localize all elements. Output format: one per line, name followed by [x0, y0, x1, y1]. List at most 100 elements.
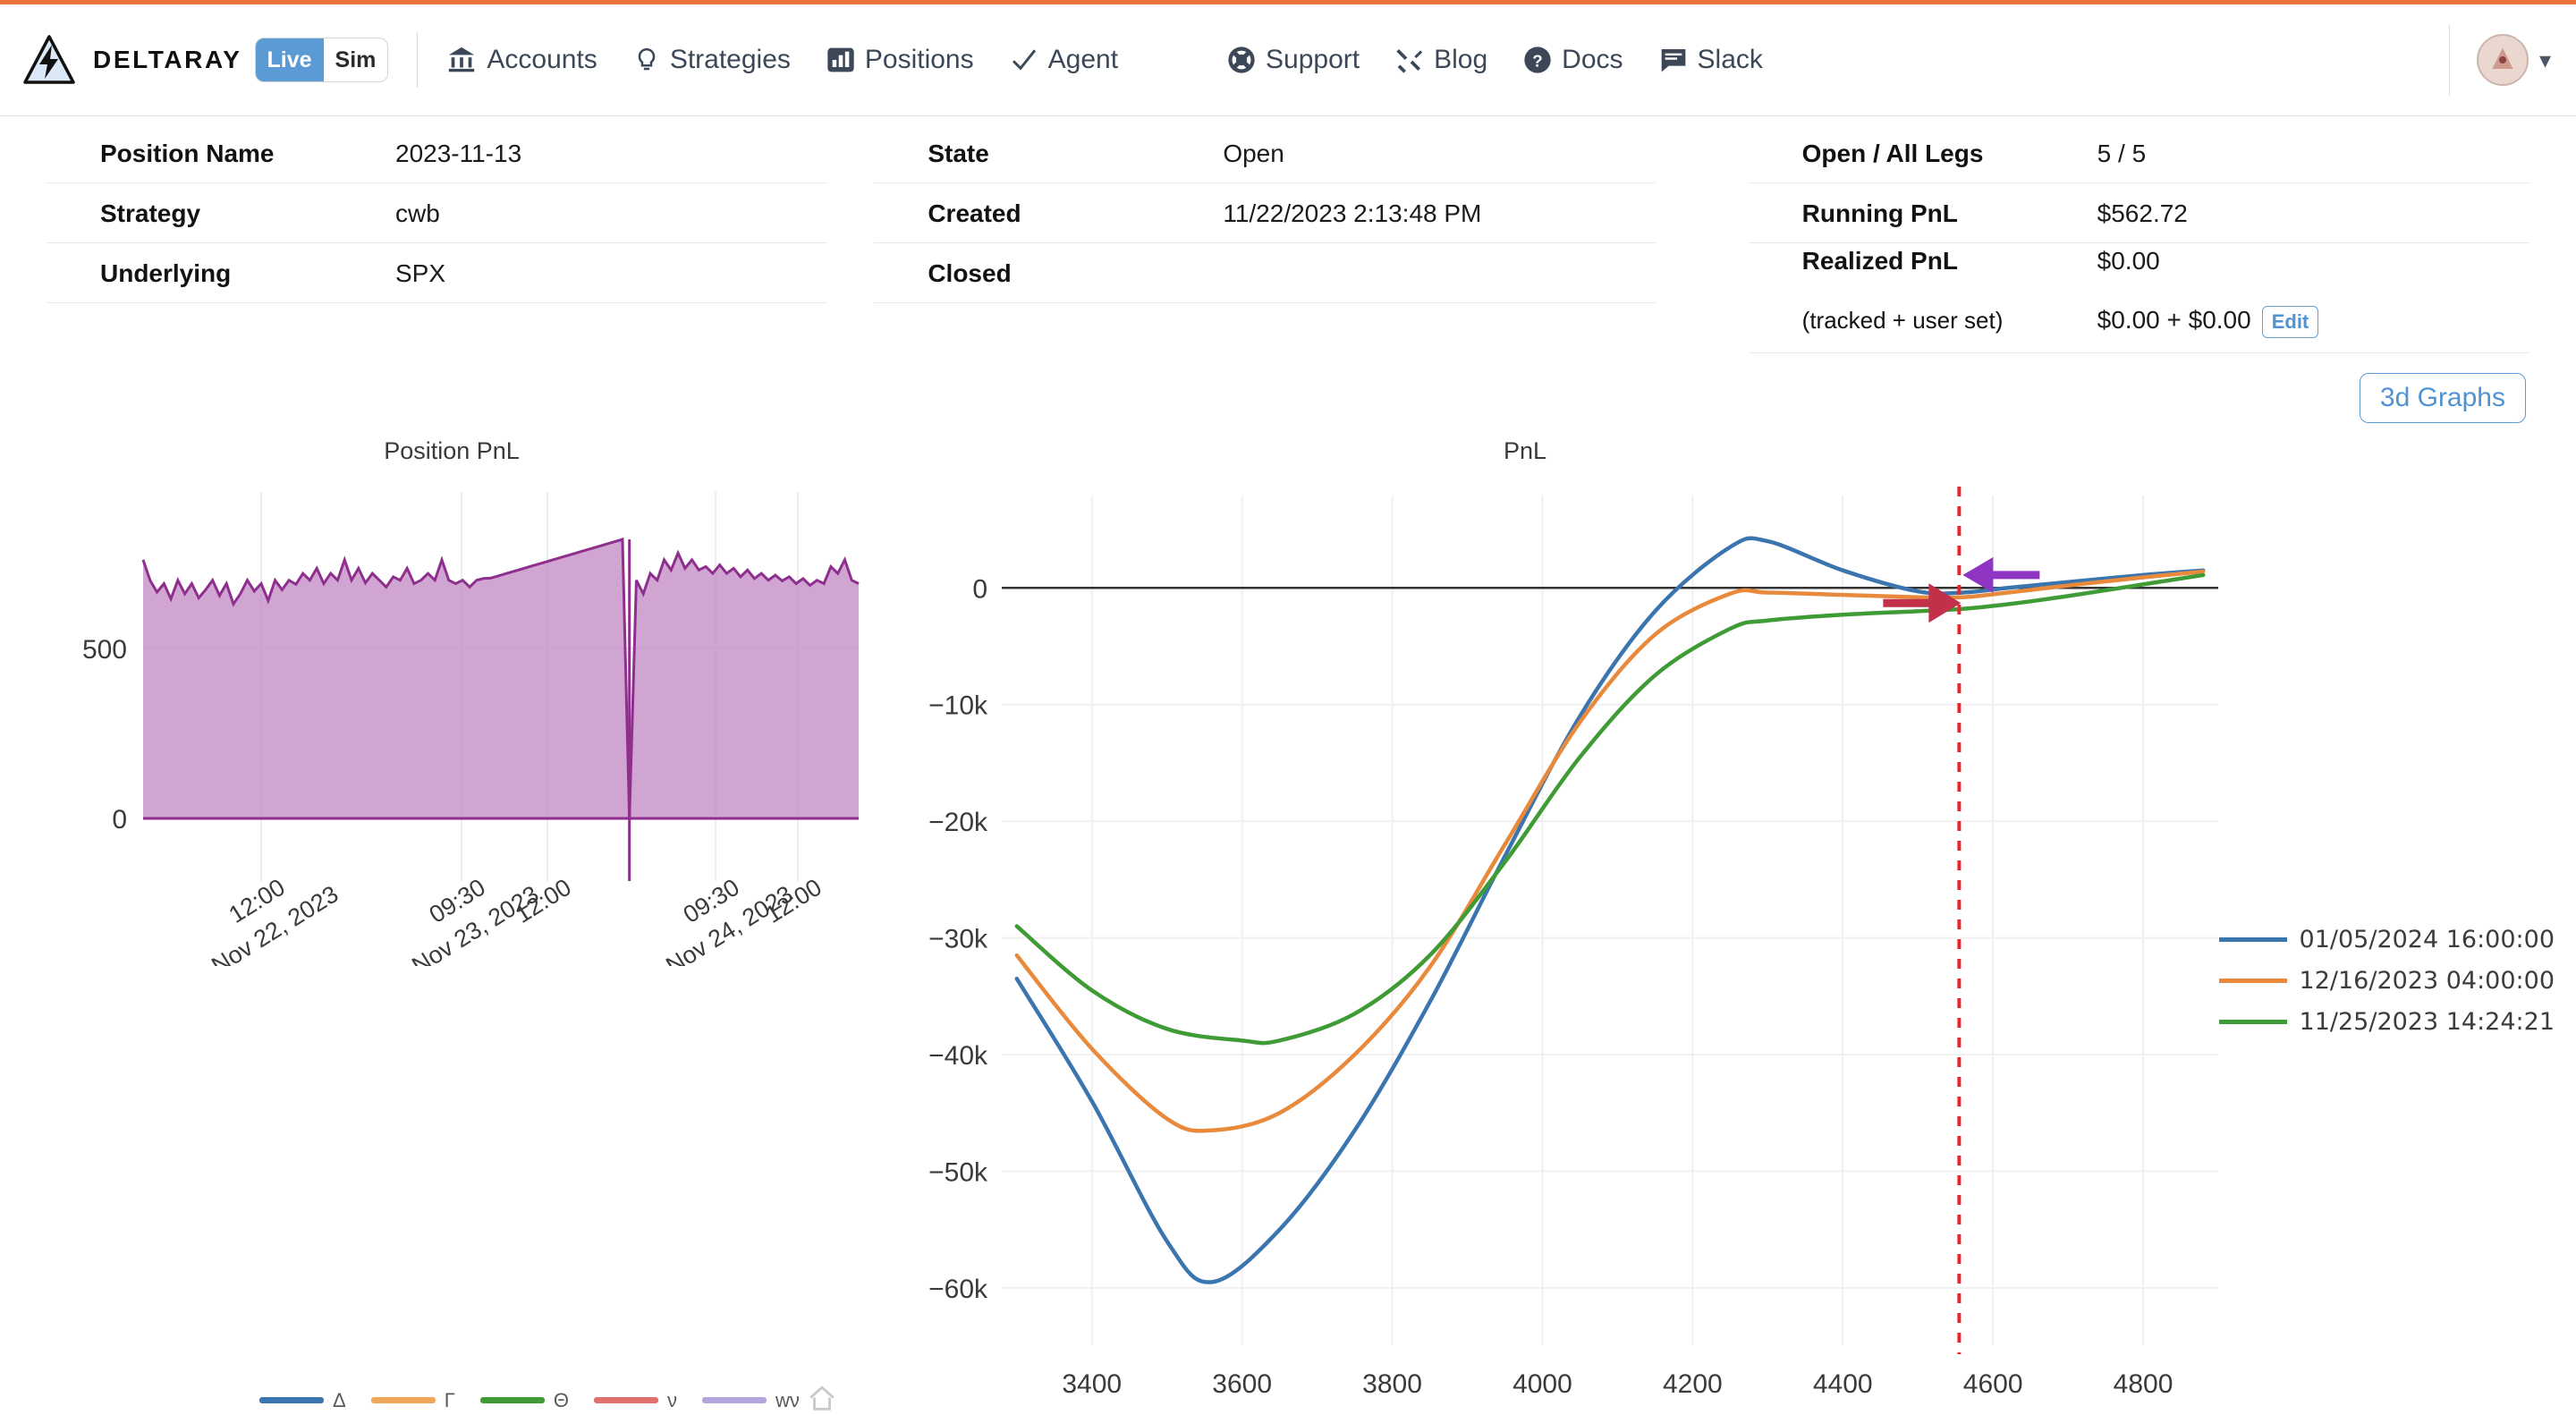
- svg-text:−30k: −30k: [928, 924, 988, 953]
- legend-swatch: [259, 1397, 324, 1403]
- nav-item-strategies[interactable]: Strategies: [633, 45, 791, 75]
- legend-item-vega[interactable]: ν: [594, 1389, 677, 1412]
- row-position-name: Position Name 2023-11-13: [47, 123, 827, 183]
- label-running-pnl: Running PnL: [1802, 199, 2097, 228]
- svg-text:−20k: −20k: [928, 808, 988, 837]
- legend-item-delta[interactable]: Δ: [259, 1389, 346, 1412]
- nav-item-support[interactable]: Support: [1227, 45, 1360, 75]
- label-realized-pnl: Realized PnL: [1802, 247, 2097, 275]
- legend-label: 01/05/2024 16:00:00: [2300, 926, 2555, 953]
- value-realized-pnl-detail: $0.00 + $0.00: [2097, 306, 2251, 335]
- live-sim-toggle[interactable]: Live Sim: [255, 38, 389, 82]
- svg-text:4200: 4200: [1663, 1369, 1723, 1399]
- toolbar: 3d Graphs: [0, 373, 2576, 423]
- toggle-live[interactable]: Live: [256, 38, 324, 81]
- 3d-graphs-button[interactable]: 3d Graphs: [2360, 373, 2526, 423]
- label-position-name: Position Name: [100, 140, 395, 168]
- value-position-name: 2023-11-13: [395, 140, 521, 168]
- legend-item-series-3[interactable]: 11/25/2023 14:24:21: [2219, 1008, 2555, 1036]
- legend-swatch: [371, 1397, 436, 1403]
- legend-item-series-2[interactable]: 12/16/2023 04:00:00: [2219, 967, 2555, 995]
- nav-item-docs[interactable]: ? Docs: [1523, 45, 1623, 75]
- value-state: Open: [1223, 140, 1284, 168]
- svg-text:0: 0: [112, 805, 127, 835]
- nav-items: Accounts Strategies Positions: [446, 45, 1762, 75]
- legend-label: wν: [775, 1389, 800, 1412]
- legend-item-gamma[interactable]: Γ: [371, 1389, 455, 1412]
- position-pnl-chart[interactable]: 500012:00Nov 22, 202309:30Nov 23, 202312…: [0, 465, 903, 966]
- legend-swatch: [2219, 937, 2287, 942]
- lightbulb-icon: [633, 45, 660, 75]
- svg-text:3400: 3400: [1062, 1369, 1122, 1399]
- home-icon[interactable]: [805, 1384, 839, 1414]
- nav-item-agent[interactable]: Agent: [1010, 45, 1118, 75]
- row-open-all-legs: Open / All Legs 5 / 5: [1749, 123, 2529, 183]
- summary-column-1: Position Name 2023-11-13 Strategy cwb Un…: [0, 123, 874, 353]
- charts-area: Position PnL 500012:00Nov 22, 202309:30N…: [0, 428, 2576, 966]
- legend-label: Γ: [445, 1389, 455, 1412]
- value-running-pnl: $562.72: [2097, 199, 2188, 228]
- value-created: 11/22/2023 2:13:48 PM: [1223, 199, 1481, 228]
- nav-label: Support: [1266, 45, 1360, 75]
- nav-label: Blog: [1434, 45, 1487, 75]
- nav-divider: [417, 32, 418, 88]
- nav-item-blog[interactable]: Blog: [1395, 45, 1487, 75]
- label-created: Created: [928, 199, 1223, 228]
- row-closed: Closed: [874, 243, 1655, 303]
- top-navigation-bar: DELTARAY Live Sim Accounts Strategies: [0, 4, 2576, 116]
- svg-text:−60k: −60k: [928, 1275, 988, 1304]
- toggle-sim[interactable]: Sim: [324, 38, 388, 81]
- nav-label: Strategies: [670, 45, 791, 75]
- svg-text:12:00: 12:00: [511, 873, 576, 928]
- legend-swatch: [2219, 979, 2287, 983]
- svg-text:?: ?: [1532, 51, 1542, 70]
- nav-label: Accounts: [487, 45, 597, 75]
- svg-text:4000: 4000: [1513, 1369, 1572, 1399]
- label-underlying: Underlying: [100, 259, 395, 288]
- summary-column-2: State Open Created 11/22/2023 2:13:48 PM…: [874, 123, 1701, 353]
- summary-column-3: Open / All Legs 5 / 5 Running PnL $562.7…: [1702, 123, 2576, 353]
- legend-swatch: [702, 1397, 767, 1403]
- row-running-pnl: Running PnL $562.72: [1749, 183, 2529, 243]
- row-state: State Open: [874, 123, 1655, 183]
- legend-swatch: [480, 1397, 545, 1403]
- avatar[interactable]: [2477, 34, 2529, 86]
- legend-item-theta[interactable]: Θ: [480, 1389, 569, 1412]
- nav-label: Slack: [1698, 45, 1763, 75]
- svg-text:3800: 3800: [1362, 1369, 1422, 1399]
- label-state: State: [928, 140, 1223, 168]
- value-underlying: SPX: [395, 259, 445, 288]
- brand[interactable]: DELTARAY: [21, 32, 242, 88]
- label-realized-pnl-detail: (tracked + user set): [1802, 307, 2097, 335]
- nav-item-accounts[interactable]: Accounts: [446, 45, 597, 75]
- label-strategy: Strategy: [100, 199, 395, 228]
- row-created: Created 11/22/2023 2:13:48 PM: [874, 183, 1655, 243]
- legend-item-weighted-vega[interactable]: wν: [702, 1389, 800, 1412]
- legend-label: 12/16/2023 04:00:00: [2300, 967, 2555, 995]
- chevron-down-icon[interactable]: ▾: [2539, 47, 2551, 74]
- label-closed: Closed: [928, 259, 1223, 288]
- svg-text:−50k: −50k: [928, 1157, 988, 1187]
- edit-button[interactable]: Edit: [2262, 306, 2319, 338]
- legend-label: 11/25/2023 14:24:21: [2300, 1008, 2555, 1036]
- svg-text:−10k: −10k: [928, 691, 988, 720]
- nav-label: Docs: [1562, 45, 1623, 75]
- row-strategy: Strategy cwb: [47, 183, 827, 243]
- nav-label: Agent: [1048, 45, 1118, 75]
- svg-text:0: 0: [972, 574, 987, 604]
- row-underlying: Underlying SPX: [47, 243, 827, 303]
- nav-item-slack[interactable]: Slack: [1659, 45, 1763, 75]
- tools-icon: [1395, 46, 1424, 74]
- nav-item-positions[interactable]: Positions: [826, 45, 974, 75]
- greeks-legend: Δ Γ Θ ν wν: [259, 1389, 825, 1412]
- legend-label: Θ: [554, 1389, 569, 1412]
- position-summary: Position Name 2023-11-13 Strategy cwb Un…: [0, 123, 2576, 353]
- deltaray-logo-icon: [21, 32, 77, 88]
- user-menu[interactable]: ▾: [2449, 24, 2551, 96]
- legend-item-series-1[interactable]: 01/05/2024 16:00:00: [2219, 926, 2555, 953]
- pnl-chart-title: PnL: [474, 437, 2576, 465]
- lifebuoy-icon: [1227, 46, 1256, 74]
- nav-label: Positions: [865, 45, 974, 75]
- pnl-legend: 01/05/2024 16:00:00 12/16/2023 04:00:00 …: [2219, 926, 2555, 1036]
- bank-icon: [446, 45, 477, 75]
